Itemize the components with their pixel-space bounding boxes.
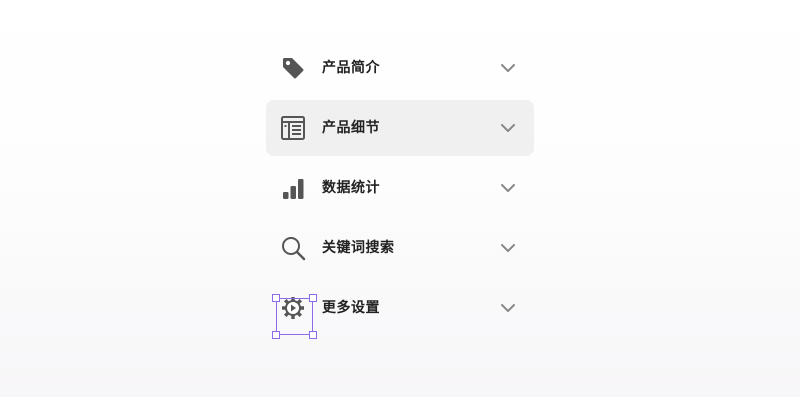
gear-icon	[279, 294, 307, 322]
chevron-down-icon[interactable]	[500, 60, 516, 76]
menu-item-keyword-search[interactable]: 关键词搜索	[266, 220, 534, 276]
menu-item-label: 数据统计	[322, 180, 380, 196]
menu-item-more-settings[interactable]: 更多设置	[266, 280, 534, 336]
tag-icon	[279, 54, 307, 82]
accordion-menu: 产品简介 产品细节 数据统计 关键词搜索 更多设置	[266, 40, 534, 340]
menu-item-label: 关键词搜索	[322, 240, 395, 256]
document-list-icon	[279, 114, 307, 142]
bar-chart-icon	[279, 174, 307, 202]
chevron-down-icon[interactable]	[500, 240, 516, 256]
menu-item-product-details[interactable]: 产品细节	[266, 100, 534, 156]
menu-item-label: 产品细节	[322, 120, 380, 136]
menu-item-product-intro[interactable]: 产品简介	[266, 40, 534, 96]
menu-item-statistics[interactable]: 数据统计	[266, 160, 534, 216]
chevron-down-icon[interactable]	[500, 120, 516, 136]
search-icon	[279, 234, 307, 262]
chevron-down-icon[interactable]	[500, 180, 516, 196]
menu-item-label: 产品简介	[322, 60, 380, 76]
menu-item-label: 更多设置	[322, 300, 380, 316]
chevron-down-icon[interactable]	[500, 300, 516, 316]
